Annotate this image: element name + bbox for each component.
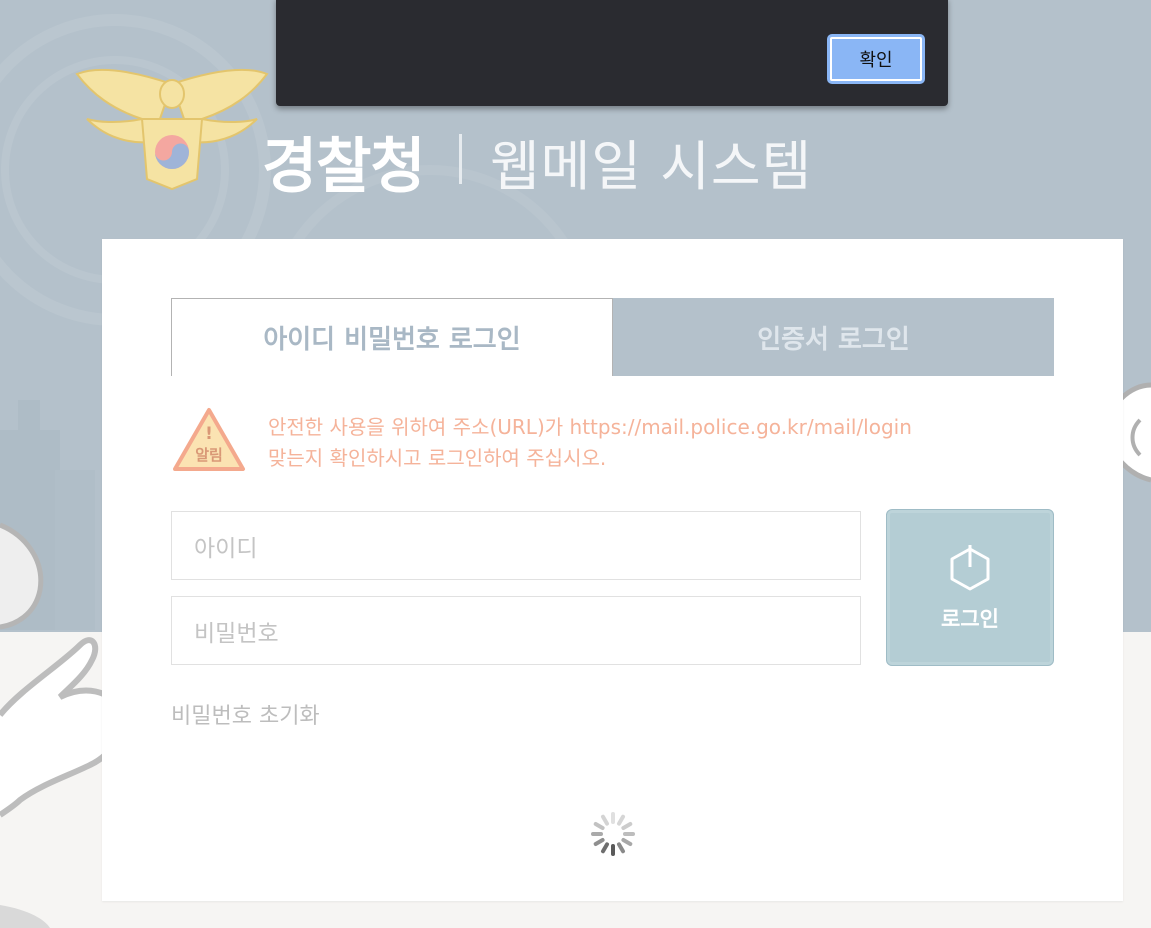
org-title: 경찰청 xyxy=(262,132,426,202)
login-button[interactable]: 로그인 xyxy=(886,509,1054,666)
svg-text:!: ! xyxy=(205,424,213,444)
police-emblem-icon xyxy=(75,68,269,191)
id-placeholder: 아이디 xyxy=(194,535,258,562)
password-input[interactable]: 비밀번호 xyxy=(171,596,861,665)
title-divider xyxy=(459,134,462,184)
power-icon xyxy=(950,544,990,590)
alert-dialog: 확인 xyxy=(276,0,948,106)
login-card: 아이디 비밀번호 로그인 인증서 로그인 ! 알림 안전한 사용을 위하여 주소… xyxy=(102,239,1123,901)
security-notice: 안전한 사용을 위하여 주소(URL)가 https://mail.police… xyxy=(268,412,912,474)
system-title: 웹메일 시스템 xyxy=(490,135,813,198)
id-input[interactable]: 아이디 xyxy=(171,511,861,580)
loading-spinner-icon xyxy=(591,812,635,856)
warning-badge-label: 알림 xyxy=(195,446,223,464)
tab-label: 아이디 비밀번호 로그인 xyxy=(263,325,521,355)
password-placeholder: 비밀번호 xyxy=(194,620,279,647)
notice-line-2: 맞는지 확인하시고 로그인하여 주십시오. xyxy=(268,446,607,470)
warning-icon: ! 알림 xyxy=(173,408,245,471)
tab-id-password-login[interactable]: 아이디 비밀번호 로그인 xyxy=(171,298,613,376)
tab-certificate-login[interactable]: 인증서 로그인 xyxy=(613,298,1054,376)
password-reset-link[interactable]: 비밀번호 초기화 xyxy=(171,698,320,730)
confirm-button[interactable]: 확인 xyxy=(827,34,925,84)
tab-label: 인증서 로그인 xyxy=(757,324,910,355)
login-button-label: 로그인 xyxy=(941,606,999,631)
notice-line-1: 안전한 사용을 위하여 주소(URL)가 https://mail.police… xyxy=(268,415,912,439)
